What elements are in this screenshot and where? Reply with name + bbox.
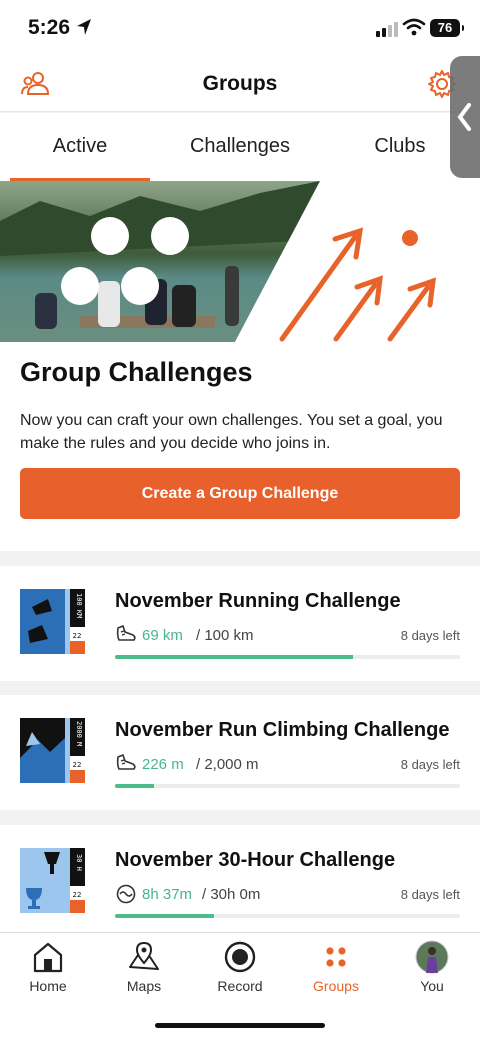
badge-text: 100 KM: [75, 593, 83, 618]
chevron-left-icon: [457, 103, 471, 131]
challenge-goal: / 100 km: [196, 627, 254, 644]
battery-indicator: 76: [430, 19, 464, 37]
progress-fill: [115, 914, 214, 918]
side-panel-handle[interactable]: [450, 56, 480, 178]
wifi-icon: [402, 18, 426, 36]
challenge-title: November 30-Hour Challenge: [115, 849, 396, 871]
challenge-badge: 100 KM 22: [20, 589, 85, 654]
badge-text: 2000 M: [75, 721, 83, 746]
nav-home[interactable]: Home: [0, 933, 96, 1003]
challenge-title: November Run Climbing Challenge: [115, 719, 450, 741]
challenge-progress-bar: [115, 655, 460, 659]
bottom-tab-bar: Home Maps Record Groups You: [0, 932, 480, 1039]
record-icon: [224, 941, 256, 973]
nav-maps[interactable]: Maps: [96, 933, 192, 1003]
challenge-card[interactable]: 100 KM 22 November Running Challenge 69 …: [0, 566, 480, 681]
nav-label: You: [420, 978, 444, 994]
create-group-challenge-button[interactable]: Create a Group Challenge: [20, 468, 460, 519]
challenge-days-left: 8 days left: [400, 757, 460, 772]
promo-description: Now you can craft your own challenges. Y…: [20, 412, 443, 452]
challenge-card[interactable]: 30 H 22 November 30-Hour Challenge 8h 37…: [0, 825, 480, 940]
challenge-goal: / 2,000 m: [196, 756, 259, 773]
avatar: [415, 940, 449, 974]
home-icon: [33, 942, 63, 973]
nav-you[interactable]: You: [384, 933, 480, 1003]
promo-title: Group Challenges: [20, 357, 253, 387]
promo-illustration: [0, 181, 480, 342]
status-bar: 5:26 76: [0, 0, 480, 58]
nav-label: Maps: [126, 978, 162, 994]
home-indicator: [155, 1023, 325, 1028]
page-title: Groups: [202, 72, 278, 95]
stopwatch-icon: [116, 884, 136, 904]
badge-text: 30 H: [75, 854, 83, 871]
shoe-icon: [116, 754, 136, 770]
badge-number: 22: [73, 632, 82, 640]
challenge-badge: 30 H 22: [20, 848, 85, 913]
nav-groups[interactable]: Groups: [288, 933, 384, 1003]
challenge-days-left: 8 days left: [400, 628, 460, 643]
progress-fill: [115, 784, 154, 788]
cellular-signal-icon: [376, 22, 398, 37]
nav-record[interactable]: Record: [192, 933, 288, 1003]
segment-tabs: Active Challenges Clubs: [0, 113, 480, 181]
challenge-goal: / 30h 0m: [202, 886, 261, 903]
progress-fill: [115, 655, 354, 659]
challenge-progress: 69 km: [142, 627, 183, 644]
location-arrow-icon: [77, 19, 91, 35]
challenge-title: November Running Challenge: [115, 590, 401, 612]
shoe-icon: [116, 625, 136, 641]
nav-label: Groups: [313, 978, 359, 994]
badge-number: 22: [73, 761, 82, 769]
challenge-progress-bar: [115, 784, 460, 788]
tab-challenges[interactable]: Challenges: [160, 113, 320, 181]
nav-label: Home: [29, 978, 67, 994]
app-header: Groups: [0, 58, 480, 112]
tab-active[interactable]: Active: [0, 113, 160, 181]
challenge-badge: 2000 M 22: [20, 718, 85, 783]
challenge-progress: 8h 37m: [142, 886, 193, 903]
group-challenges-promo: Group Challenges Now you can craft your …: [0, 181, 480, 551]
groups-icon: [326, 947, 346, 967]
challenge-card[interactable]: 2000 M 22 November Run Climbing Challeng…: [0, 695, 480, 810]
nav-label: Record: [217, 978, 263, 994]
challenge-days-left: 8 days left: [400, 887, 460, 902]
badge-number: 22: [73, 891, 82, 899]
status-time: 5:26: [28, 16, 71, 39]
map-icon: [129, 941, 159, 970]
challenge-progress: 226 m: [142, 756, 184, 773]
challenge-progress-bar: [115, 914, 460, 918]
